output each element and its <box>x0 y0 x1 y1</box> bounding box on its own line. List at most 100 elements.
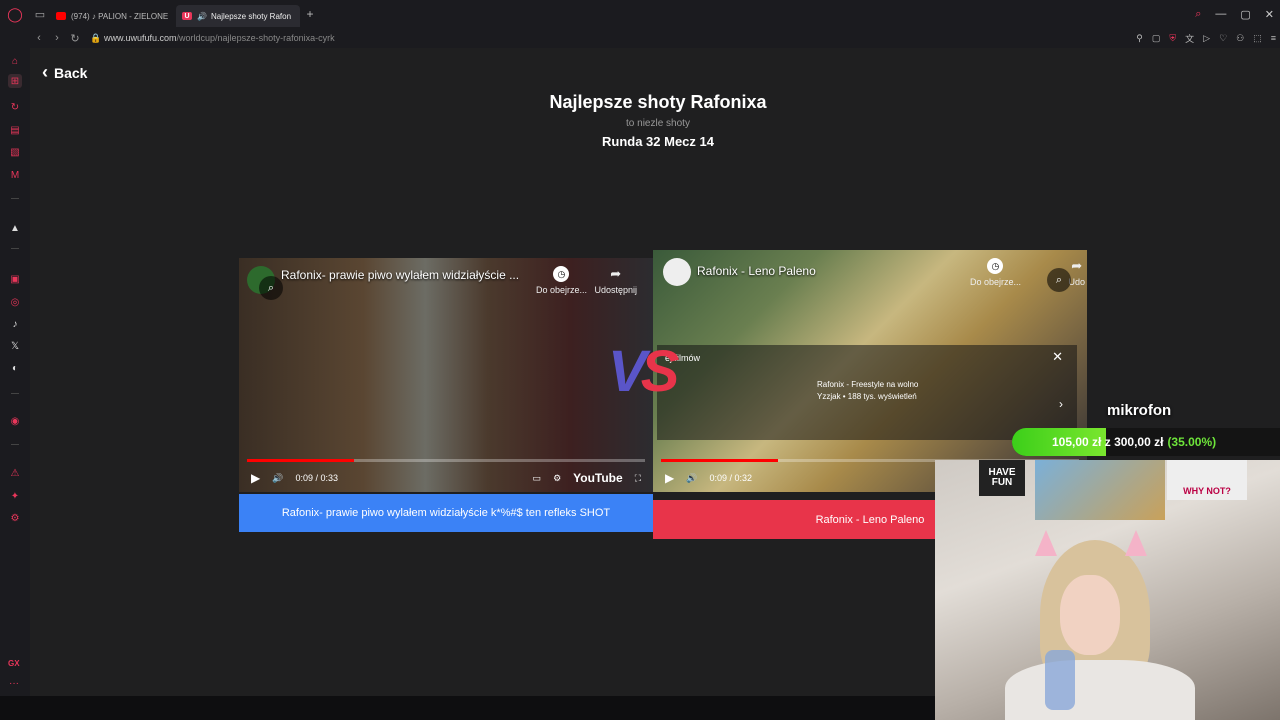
clock-icon: ◷ <box>553 266 570 282</box>
goal-percent: (35.00%) <box>1167 435 1217 449</box>
share-icon: ➦ <box>610 266 622 281</box>
page-subtitle: to niezle shoty <box>626 118 690 129</box>
twitch-icon[interactable]: ▣ <box>8 272 22 286</box>
cat-ear-left <box>1035 530 1057 556</box>
url-host: www.uwufufu.com <box>104 33 177 43</box>
snapshot-icon[interactable]: ▢ <box>1152 33 1161 44</box>
mods-icon[interactable]: ▧ <box>8 145 22 159</box>
chevron-right-icon[interactable]: › <box>1059 397 1063 411</box>
volume-icon[interactable]: 🔊 <box>686 473 697 484</box>
more-icon[interactable]: ··· <box>9 678 19 689</box>
video-time: 0:09 / 0:33 <box>295 473 338 483</box>
store-icon[interactable]: ▤ <box>8 123 22 137</box>
watch-later-label: Do obejrze... <box>535 285 587 295</box>
goal-target: 300,00 zł <box>1114 435 1164 449</box>
progress-fill <box>661 459 779 462</box>
tab-label: Najlepsze shoty Rafon <box>210 11 292 21</box>
profile-icon[interactable]: ⚇ <box>1236 33 1244 44</box>
subtitles-icon[interactable]: ▭ <box>533 473 542 484</box>
poster-map <box>1035 460 1165 520</box>
control-icon[interactable]: ⚠ <box>8 466 22 480</box>
back-icon[interactable]: ‹ <box>30 32 48 44</box>
settings-icon[interactable]: ⚙ <box>8 511 22 525</box>
overlay-label: mikrofon <box>1107 402 1172 419</box>
player-icon[interactable]: ◉ <box>8 414 22 428</box>
m-icon[interactable]: M <box>8 168 22 182</box>
x-icon[interactable]: 𝕏 <box>8 339 22 353</box>
heart-icon[interactable]: ♡ <box>1219 33 1227 44</box>
streamer <box>995 530 1195 720</box>
window-controls: ⌕ — ▢ ✕ <box>1195 0 1274 28</box>
tab-uwufufu[interactable]: U 🔊 Najlepsze shoty Rafon <box>176 5 300 27</box>
watch-later-button[interactable]: ◷ Do obejrze... <box>536 266 587 295</box>
video-title[interactable]: Rafonix - Leno Paleno <box>697 264 816 278</box>
new-tab-button[interactable]: + <box>300 7 320 21</box>
aria-icon[interactable]: ▲ <box>8 221 22 235</box>
forward-icon[interactable]: › <box>48 32 66 44</box>
home-icon[interactable]: ⌂ <box>8 54 22 68</box>
streamer-face <box>1060 575 1120 655</box>
tiktok-icon[interactable]: ♪ <box>8 317 22 331</box>
maximize-icon[interactable]: ▢ <box>1240 8 1250 21</box>
menu-icon[interactable]: ≡ <box>1271 33 1276 43</box>
share-label: Udostępnij <box>594 285 637 295</box>
zoom-icon[interactable]: ⌕ <box>1047 268 1071 292</box>
sidebar-divider <box>11 198 19 199</box>
extensions-sidebar-icon[interactable]: ✦ <box>8 489 22 503</box>
instagram-icon[interactable]: ◎ <box>8 295 22 309</box>
rec-title: Rafonix - Freestyle na wolno <box>817 380 919 389</box>
clock-icon: ◷ <box>987 258 1004 274</box>
url-field[interactable]: www.uwufufu.com/worldcup/najlepsze-shoty… <box>104 33 335 43</box>
recommended-video[interactable]: Rafonix - Freestyle na wolno Yzzjak • 18… <box>817 379 918 403</box>
video-progress-bar[interactable] <box>247 459 645 462</box>
watch-later-button[interactable]: ◷ Do obejrze... <box>970 258 1021 287</box>
share-button[interactable]: ➦ Udo <box>1068 258 1085 287</box>
fullscreen-icon[interactable]: ⛶ <box>635 473 641 484</box>
channel-avatar[interactable] <box>663 258 691 286</box>
workspaces-icon[interactable]: ▭ <box>30 0 50 28</box>
tab-label: (974) ♪ PALION - ZIELONE <box>71 11 169 21</box>
sidebar-divider <box>11 393 19 394</box>
uwufufu-icon: U <box>182 12 192 20</box>
video-time: 0:09 / 0:32 <box>709 473 752 483</box>
play-icon[interactable]: ▶ <box>665 471 674 485</box>
volume-icon[interactable]: 🔊 <box>272 473 283 484</box>
gaming-icon[interactable]: ⊞ <box>8 74 22 88</box>
opera-logo-icon[interactable]: ◯ <box>0 0 30 28</box>
left-video-player[interactable]: ⌕ Rafonix- prawie piwo wylałem widziałyś… <box>239 258 653 492</box>
back-button[interactable]: ‹ Back <box>42 62 87 83</box>
shield-icon[interactable]: ⛨ <box>1169 33 1176 44</box>
youtube-logo[interactable]: YouTube <box>573 471 623 485</box>
goal-text: 105,00 zł z 300,00 zł (35.00%) <box>1052 428 1216 456</box>
discord-icon[interactable]: ◐ <box>8 361 22 375</box>
translate-icon[interactable]: 文 <box>1185 32 1194 45</box>
tab-search-icon[interactable]: ⌕ <box>1195 8 1201 21</box>
webcam-overlay: HAVE FUN WHY NOT? <box>935 460 1280 720</box>
water-bottle <box>1045 650 1075 710</box>
pin-icon[interactable]: ⚲ <box>1136 33 1143 44</box>
play-icon[interactable]: ▷ <box>1203 33 1210 44</box>
video-title[interactable]: Rafonix- prawie piwo wylałem widziałyści… <box>281 268 519 282</box>
gx-logo: GX <box>8 659 20 668</box>
address-bar: ‹ › ↻ 🔒 www.uwufufu.com/worldcup/najleps… <box>0 28 1280 48</box>
extensions-icon[interactable]: ⬚ <box>1253 33 1262 44</box>
video-controls: ▶ 🔊 0:09 / 0:33 ▭ ⚙ YouTube ⛶ <box>239 464 653 492</box>
minimize-icon[interactable]: — <box>1215 8 1226 20</box>
lock-icon[interactable]: 🔒 <box>88 33 104 44</box>
close-icon[interactable]: ✕ <box>1052 349 1063 365</box>
browser-sidebar: ⌂ ⊞ ↻ ▤ ▧ M ▲ ▣ ◎ ♪ 𝕏 ◐ ◉ ⚠ ✦ ⚙ GX ··· <box>0 48 30 720</box>
zoom-icon[interactable]: ⌕ <box>259 276 283 300</box>
close-icon[interactable]: ✕ <box>1265 8 1274 21</box>
cat-ear-right <box>1125 530 1147 556</box>
reload-icon[interactable]: ↻ <box>66 32 84 45</box>
refresh-icon[interactable]: ↻ <box>8 100 22 114</box>
speaker-icon[interactable]: 🔊 <box>197 12 207 21</box>
play-icon[interactable]: ▶ <box>251 471 260 485</box>
youtube-icon <box>56 12 66 20</box>
url-path: /worldcup/najlepsze-shoty-rafonixa-cyrk <box>176 33 335 43</box>
donation-goal-bar: 105,00 zł z 300,00 zł (35.00%) <box>1012 428 1280 456</box>
settings-gear-icon[interactable]: ⚙ <box>553 473 561 484</box>
choose-left-button[interactable]: Rafonix- prawie piwo wylałem widziałyści… <box>239 494 653 532</box>
tab-youtube[interactable]: (974) ♪ PALION - ZIELONE <box>50 5 176 27</box>
share-button[interactable]: ➦ Udostępnij <box>594 266 637 295</box>
